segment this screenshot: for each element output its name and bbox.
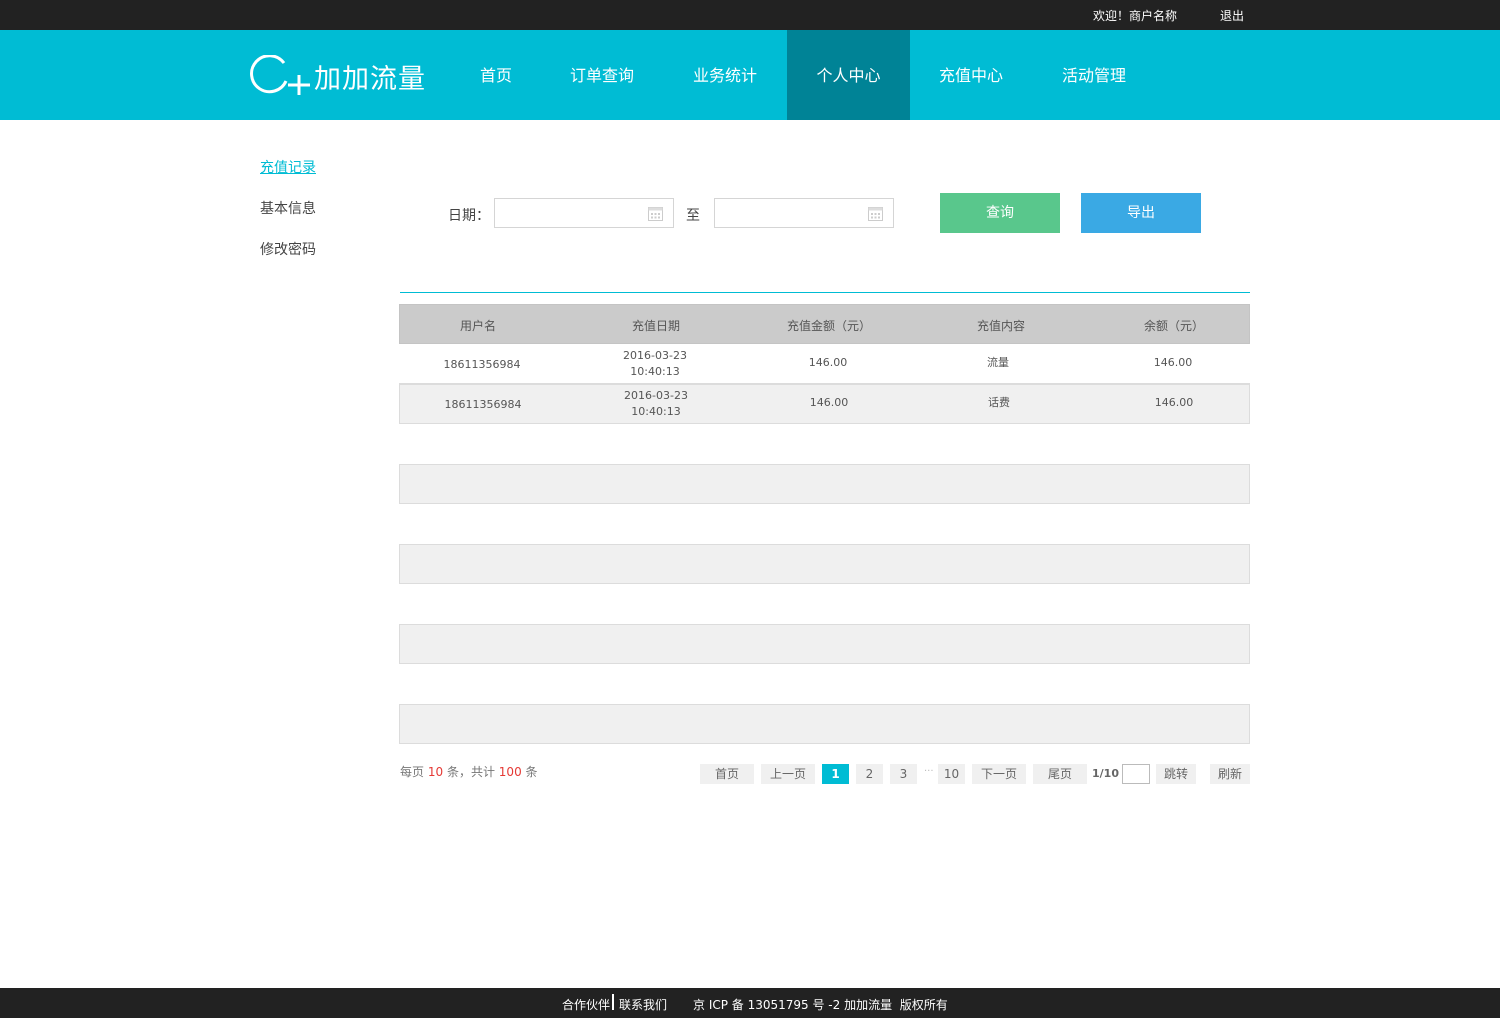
start-date-field[interactable] — [494, 198, 674, 228]
cell-amount: 146.00 — [809, 396, 849, 409]
empty-row — [399, 704, 1250, 744]
cell-balance: 146.00 — [1153, 356, 1193, 369]
empty-row — [399, 464, 1250, 504]
per-page-mid: 条，共计 — [446, 765, 495, 779]
per-page-count: 10 — [427, 765, 444, 779]
sidebar-item-recharge-records[interactable]: 充值记录 — [260, 157, 316, 177]
cell-date-day: 2016-03-23 — [624, 389, 688, 402]
page-button-3[interactable]: 3 — [890, 764, 917, 784]
cell-content: 流量 — [987, 356, 1009, 369]
jump-page-field[interactable] — [1122, 764, 1150, 784]
page-size-info: 每页 10 条，共计 100 条 — [400, 763, 538, 780]
export-button[interactable]: 导出 — [1081, 193, 1201, 233]
jump-button[interactable]: 跳转 — [1156, 764, 1196, 784]
page-button-10[interactable]: 10 — [938, 764, 965, 784]
last-page-button[interactable]: 尾页 — [1033, 764, 1087, 784]
nav-personal-center[interactable]: 个人中心 — [787, 30, 910, 120]
logo-text: 加加流量 — [314, 63, 426, 95]
cell-balance: 146.00 — [1154, 396, 1194, 409]
empty-row — [399, 624, 1250, 664]
cell-date-time: 10:40:13 — [630, 365, 680, 378]
page-button-2[interactable]: 2 — [856, 764, 883, 784]
pagination-ellipsis: ··· — [924, 766, 934, 777]
refresh-button[interactable]: 刷新 — [1210, 764, 1250, 784]
start-date-input[interactable] — [495, 199, 635, 227]
nav-home[interactable]: 首页 — [450, 30, 542, 120]
cell-date: 2016-03-23 10:40:13 — [623, 348, 687, 380]
total-suffix: 条 — [525, 765, 538, 779]
page-button-1[interactable]: 1 — [822, 764, 849, 784]
cell-date: 2016-03-23 10:40:13 — [624, 388, 688, 420]
logo-g-plus-icon — [250, 55, 310, 95]
column-header-content: 充值内容 — [976, 319, 1026, 333]
first-page-button[interactable]: 首页 — [700, 764, 754, 784]
nav-recharge-center[interactable]: 充值中心 — [910, 30, 1032, 120]
column-header-balance: 余额（元） — [1143, 319, 1205, 333]
total-count: 100 — [498, 765, 522, 779]
empty-row — [399, 544, 1250, 584]
table-header: 用户名 充值日期 充值金额（元） 充值内容 余额（元） — [399, 304, 1250, 344]
jump-page-input[interactable] — [1123, 765, 1149, 783]
table-row: 18611356984 2016-03-23 10:40:13 146.00 话费… — [399, 384, 1250, 424]
page-status: 1/10 — [1092, 767, 1119, 780]
prev-page-button[interactable]: 上一页 — [761, 764, 815, 784]
end-date-input[interactable] — [715, 199, 855, 227]
logout-link[interactable]: 退出 — [1220, 7, 1244, 24]
date-label: 日期： — [448, 208, 490, 224]
footer-partners-link[interactable]: 合作伙伴 — [562, 996, 610, 1013]
column-header-date: 充值日期 — [631, 319, 681, 333]
cell-content: 话费 — [988, 396, 1010, 409]
footer-contact-link[interactable]: 联系我们 — [619, 996, 667, 1013]
cell-username: 18611356984 — [443, 358, 521, 371]
column-header-username: 用户名 — [459, 319, 497, 333]
footer-copyright: 京 ICP 备 13051795 号 -2 加加流量 版权所有 — [693, 998, 948, 1012]
top-bar: 欢迎！商户名称 退出 — [0, 0, 1500, 30]
welcome-text: 欢迎！商户名称 — [1093, 9, 1178, 23]
query-button[interactable]: 查询 — [940, 193, 1060, 233]
header: 加加流量 首页 订单查询 业务统计 个人中心 充值中心 活动管理 — [0, 30, 1500, 120]
cell-date-time: 10:40:13 — [631, 405, 681, 418]
cell-amount: 146.00 — [808, 356, 848, 369]
sidebar-item-basic-info[interactable]: 基本信息 — [260, 198, 316, 218]
logo[interactable]: 加加流量 — [250, 55, 426, 97]
per-page-prefix: 每页 — [400, 765, 425, 779]
to-label: 至 — [686, 208, 700, 224]
footer: 合作伙伴 联系我们 京 ICP 备 13051795 号 -2 加加流量 版权所… — [0, 988, 1500, 1018]
column-header-amount: 充值金额（元） — [786, 319, 872, 333]
calendar-icon[interactable] — [648, 206, 663, 221]
table-row: 18611356984 2016-03-23 10:40:13 146.00 流量… — [399, 344, 1250, 384]
nav-order-query[interactable]: 订单查询 — [542, 30, 662, 120]
cell-username: 18611356984 — [444, 398, 522, 411]
next-page-button[interactable]: 下一页 — [972, 764, 1026, 784]
end-date-field[interactable] — [714, 198, 894, 228]
section-divider — [400, 292, 1250, 293]
nav-business-stats[interactable]: 业务统计 — [664, 30, 786, 120]
footer-separator — [612, 994, 614, 1010]
nav-activity-management[interactable]: 活动管理 — [1033, 30, 1155, 120]
calendar-icon[interactable] — [868, 206, 883, 221]
sidebar-item-change-password[interactable]: 修改密码 — [260, 239, 316, 259]
cell-date-day: 2016-03-23 — [623, 349, 687, 362]
